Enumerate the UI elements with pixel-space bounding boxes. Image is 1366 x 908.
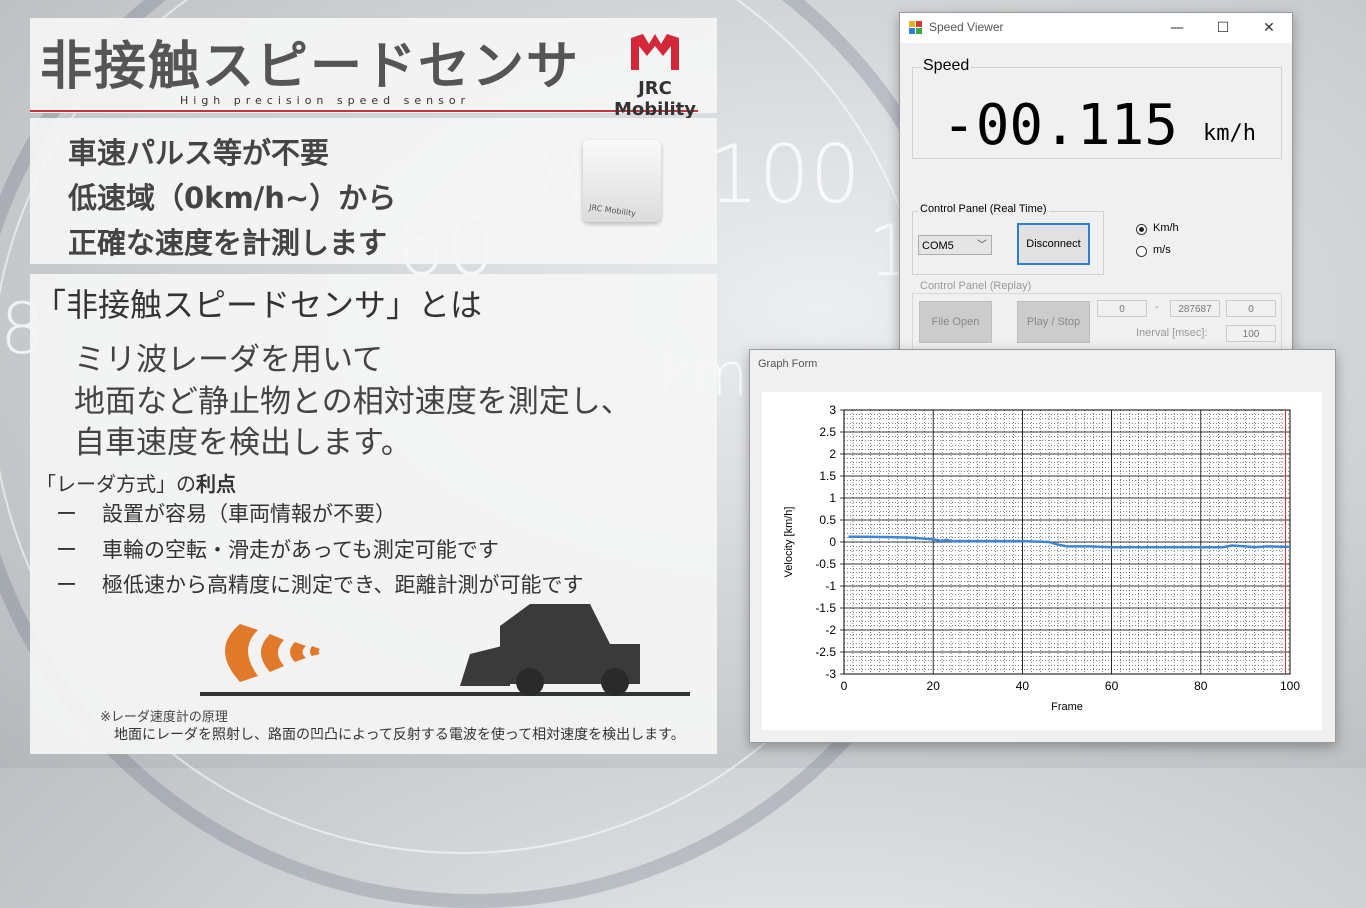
x-tick-label: 20: [927, 679, 941, 693]
feature-line-1: 車速パルス等が不要: [68, 136, 330, 170]
control-panel-realtime-label: Control Panel (Real Time): [918, 203, 1049, 215]
y-tick-label: -2: [825, 623, 836, 637]
advantages-title-bold: 利点: [196, 472, 236, 496]
control-panel-replay-label: Control Panel (Replay): [918, 280, 1034, 292]
range-current-field[interactable]: 0: [1226, 300, 1276, 317]
y-tick-label: 0.5: [819, 513, 836, 527]
description-line-2: 地面など静止物との相対速度を測定し、: [74, 384, 632, 420]
y-tick-label: 0: [829, 535, 836, 549]
title-underline: [30, 110, 698, 112]
unit-ms-label[interactable]: m/s: [1153, 244, 1171, 256]
device-label: JRC Mobility: [588, 202, 637, 219]
slide-title: 非接触スピードセンサ: [40, 37, 581, 97]
advantage-item-3: 極低速から高精度に測定でき、距離計測が可能です: [102, 573, 584, 597]
com-port-select[interactable]: COM5 ﹀: [918, 235, 992, 255]
interval-label: Inerval [msec]:: [1136, 327, 1208, 339]
velocity-chart: 0 20 40 60 80 100 3 2.5 2 1.5 1 0.5 0 -0.5 -1 -1.5 -2 -2.…: [783, 403, 1300, 713]
speed-viewer-title: Speed Viewer: [929, 20, 1004, 34]
advantage-dash-1: ー: [56, 502, 77, 526]
y-tick-label: -2.5: [815, 645, 836, 659]
speed-group-label: Speed: [921, 57, 972, 75]
play-stop-button[interactable]: Play / Stop: [1017, 301, 1090, 343]
maximize-button[interactable]: ☐: [1200, 13, 1246, 43]
advantage-item-2: 車輪の空転・滑走があっても測定可能です: [102, 538, 499, 562]
logo-text: JRC Mobility: [613, 78, 696, 120]
advantage-item-1: 設置が容易（車両情報が不要）: [102, 502, 396, 526]
x-tick-label: 100: [1280, 679, 1300, 693]
y-tick-label: 1: [829, 491, 836, 505]
graph-form-window: Graph Form 0 20 40 60 80 100 3 2.5 2 1.5 1 0.5 0 -0.5…: [749, 349, 1336, 743]
sensor-device-image: JRC Mobility: [583, 140, 661, 222]
y-tick-label: 2.5: [819, 425, 836, 439]
speed-viewer-window: Speed Viewer — ☐ ✕ Speed -00.115 km/h Co…: [899, 12, 1293, 373]
speed-viewer-titlebar[interactable]: Speed Viewer — ☐ ✕: [900, 13, 1292, 43]
advantages-title: 「レーダ方式」の利点: [36, 468, 236, 497]
com-port-value: COM5: [922, 240, 954, 252]
advantage-dash-3: ー: [56, 573, 77, 597]
note-body: 地面にレーダを照射し、路面の凹凸によって反射する電波を使って相対速度を検出します…: [114, 727, 685, 743]
unit-kmh-label[interactable]: Km/h: [1153, 222, 1179, 234]
x-tick-label: 0: [841, 679, 848, 693]
dial-number-100: 100: [708, 128, 861, 221]
y-tick-label: -0.5: [815, 557, 836, 571]
description-line-3: 自車速度を検出します。: [74, 425, 412, 461]
y-tick-label: -1: [825, 579, 836, 593]
unit-ms-radio[interactable]: [1136, 246, 1147, 257]
slide-subtitle: High precision speed sensor: [180, 94, 471, 107]
minimize-button[interactable]: —: [1154, 13, 1200, 43]
y-axis-label: Velocity [km/h]: [783, 507, 795, 578]
chevron-down-icon: ﹀: [977, 240, 987, 251]
x-axis-label: Frame: [1051, 701, 1083, 713]
radar-principle-illustration: [200, 604, 690, 696]
description-line-1: ミリ波レーダを用いて: [74, 342, 384, 378]
y-tick-label: -1.5: [815, 601, 836, 615]
description-heading: 「非接触スピードセンサ」とは: [34, 286, 483, 324]
x-tick-label: 40: [1016, 679, 1030, 693]
y-tick-label: 2: [829, 447, 836, 461]
y-tick-label: -3: [825, 667, 836, 681]
y-tick-label: 1.5: [819, 469, 836, 483]
speed-unit: km/h: [1203, 121, 1256, 146]
speed-value: -00.115: [942, 93, 1179, 158]
jrc-logo-icon: [631, 34, 679, 70]
note-title: ※レーダ速度計の原理: [100, 710, 228, 725]
range-end-field[interactable]: 287687: [1170, 300, 1220, 317]
description-panel: 「非接触スピードセンサ」とは ミリ波レーダを用いて 地面など静止物との相対速度を…: [30, 274, 717, 754]
advantage-dash-2: ー: [56, 538, 77, 562]
advantages-title-prefix: 「レーダ方式」の: [36, 472, 196, 496]
interval-field[interactable]: 100: [1226, 325, 1276, 342]
app-icon: [909, 21, 922, 34]
y-tick-label: 3: [829, 403, 836, 417]
feature-line-3: 正確な速度を計測します: [68, 226, 388, 260]
x-tick-label: 60: [1105, 679, 1119, 693]
unit-kmh-radio[interactable]: [1136, 224, 1147, 235]
range-start-field[interactable]: 0: [1097, 300, 1147, 317]
jrc-mobility-logo: JRC Mobility: [600, 32, 710, 120]
x-tick-label: 80: [1194, 679, 1208, 693]
range-separator: -: [1155, 301, 1159, 313]
disconnect-button[interactable]: Disconnect: [1017, 223, 1090, 265]
file-open-button[interactable]: File Open: [919, 301, 992, 343]
graph-form-title: Graph Form: [758, 358, 818, 370]
plot-area: 0 20 40 60 80 100 3 2.5 2 1.5 1 0.5 0 -0.5 -1 -1.5 -2 -2.…: [762, 392, 1322, 730]
title-panel: 非接触スピードセンサ High precision speed sensor J…: [30, 18, 717, 120]
features-panel: 車速パルス等が不要 低速域（0km/h~）から 正確な速度を計測します JRC …: [30, 118, 717, 264]
feature-line-2: 低速域（0km/h~）から: [68, 181, 397, 215]
close-button[interactable]: ✕: [1246, 13, 1292, 43]
